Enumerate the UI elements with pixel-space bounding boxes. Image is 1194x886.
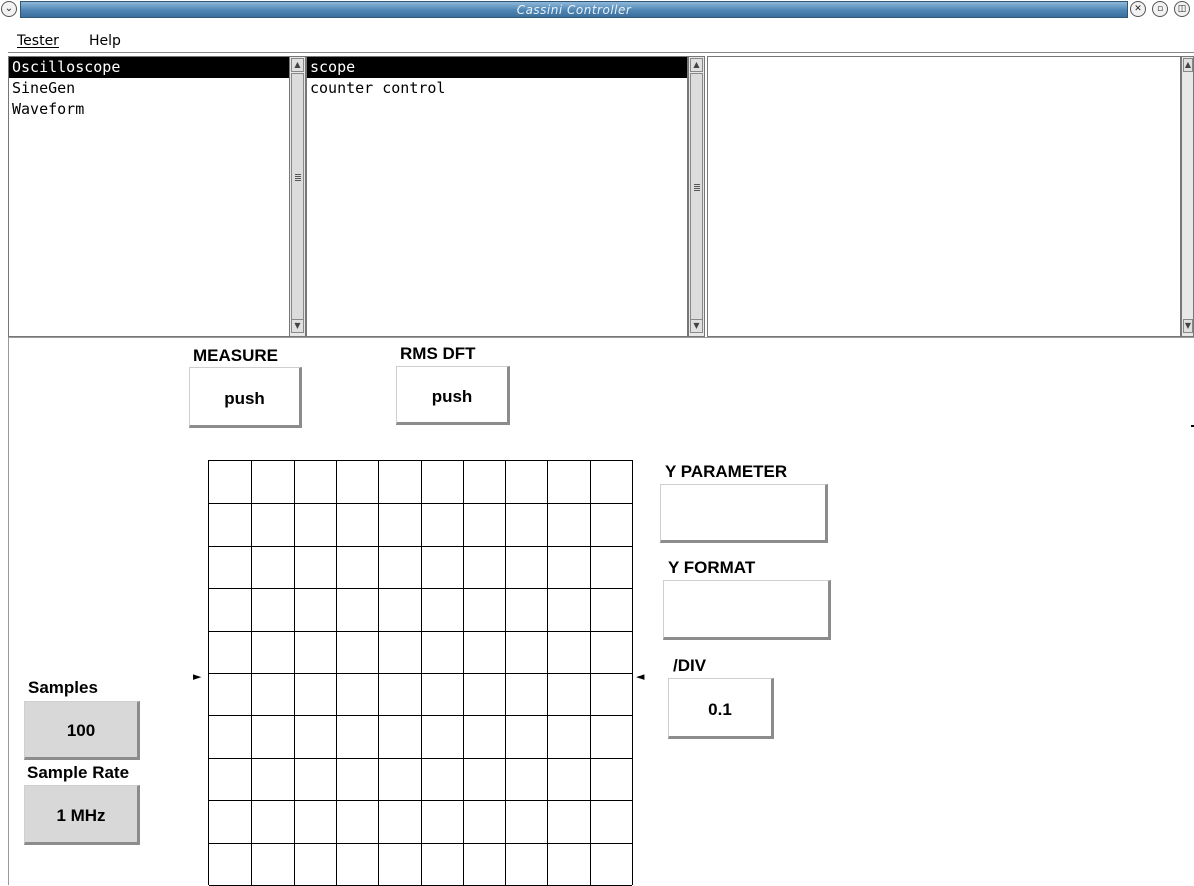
scroll-thumb[interactable]	[291, 73, 304, 327]
measure-label: MEASURE	[193, 346, 279, 365]
close-icon[interactable]: ✕	[1130, 1, 1146, 17]
menu-help[interactable]: Help	[89, 31, 121, 51]
y-format-field[interactable]	[663, 580, 831, 640]
list-item-waveform[interactable]: Waveform	[9, 99, 289, 120]
window-title: Cassini Controller	[516, 3, 632, 17]
title-bar: ⌄ Cassini Controller ✕ ▫ ◫	[0, 0, 1194, 30]
maximize-icon[interactable]: ◫	[1174, 1, 1190, 17]
rms-dft-label: RMS DFT	[400, 344, 476, 363]
scroll-thumb[interactable]	[690, 73, 703, 327]
samples-label: Samples	[28, 678, 98, 697]
per-div-label: /DIV	[673, 656, 707, 675]
minimize-icon[interactable]: ▫	[1152, 1, 1168, 17]
list-item-counter-control[interactable]: counter control	[307, 78, 687, 99]
panel-list-scrollbar[interactable]: ▲ ▼	[688, 56, 705, 337]
scroll-down-arrow-icon[interactable]: ▼	[1183, 319, 1193, 333]
menu-help-label: Help	[89, 33, 121, 49]
sample-rate-label: Sample Rate	[27, 763, 130, 782]
scroll-up-arrow-icon[interactable]: ▲	[690, 58, 703, 72]
y-format-label: Y FORMAT	[668, 558, 756, 577]
details-list[interactable]	[707, 56, 1181, 337]
scope-grid	[209, 461, 632, 886]
window-menu-chevron-down-icon[interactable]: ⌄	[1, 1, 17, 17]
scroll-down-arrow-icon[interactable]: ▼	[291, 319, 304, 333]
y-parameter-label: Y PARAMETER	[665, 462, 788, 481]
panel-list[interactable]: scope counter control	[306, 56, 688, 337]
panel-left-edge	[8, 337, 9, 885]
menu-tester-label: Tester	[17, 33, 59, 49]
scope-display	[208, 460, 633, 886]
per-div-field[interactable]: 0.1	[668, 678, 774, 739]
details-list-scrollbar[interactable]: ▲ ▼	[1181, 56, 1194, 337]
list-item-scope[interactable]: scope	[307, 57, 687, 78]
title-strip[interactable]: Cassini Controller	[20, 1, 1128, 18]
menu-separator	[8, 52, 1194, 53]
samples-field[interactable]: 100	[24, 701, 140, 760]
menu-bar: Tester Help	[0, 31, 1194, 53]
grip-icon	[295, 174, 301, 181]
list-item-oscilloscope[interactable]: Oscilloscope	[9, 57, 289, 78]
scroll-down-arrow-icon[interactable]: ▼	[690, 319, 703, 333]
grip-icon	[694, 184, 700, 191]
scroll-up-arrow-icon[interactable]: ▲	[291, 58, 304, 72]
rms-dft-push-button[interactable]: push	[396, 366, 510, 425]
y-parameter-field[interactable]	[660, 484, 828, 543]
menu-tester[interactable]: Tester	[17, 31, 59, 51]
panel-divider	[8, 337, 1194, 338]
right-trigger-marker-icon: ◄	[636, 670, 645, 683]
left-trigger-marker-icon: ►	[193, 670, 202, 683]
tester-list[interactable]: Oscilloscope SineGen Waveform	[8, 56, 290, 337]
list-item-sinegen[interactable]: SineGen	[9, 78, 289, 99]
scroll-up-arrow-icon[interactable]: ▲	[1183, 58, 1193, 72]
tester-list-scrollbar[interactable]: ▲ ▼	[289, 56, 306, 337]
sample-rate-field[interactable]: 1 MHz	[24, 785, 140, 845]
measure-push-button[interactable]: push	[189, 367, 302, 428]
